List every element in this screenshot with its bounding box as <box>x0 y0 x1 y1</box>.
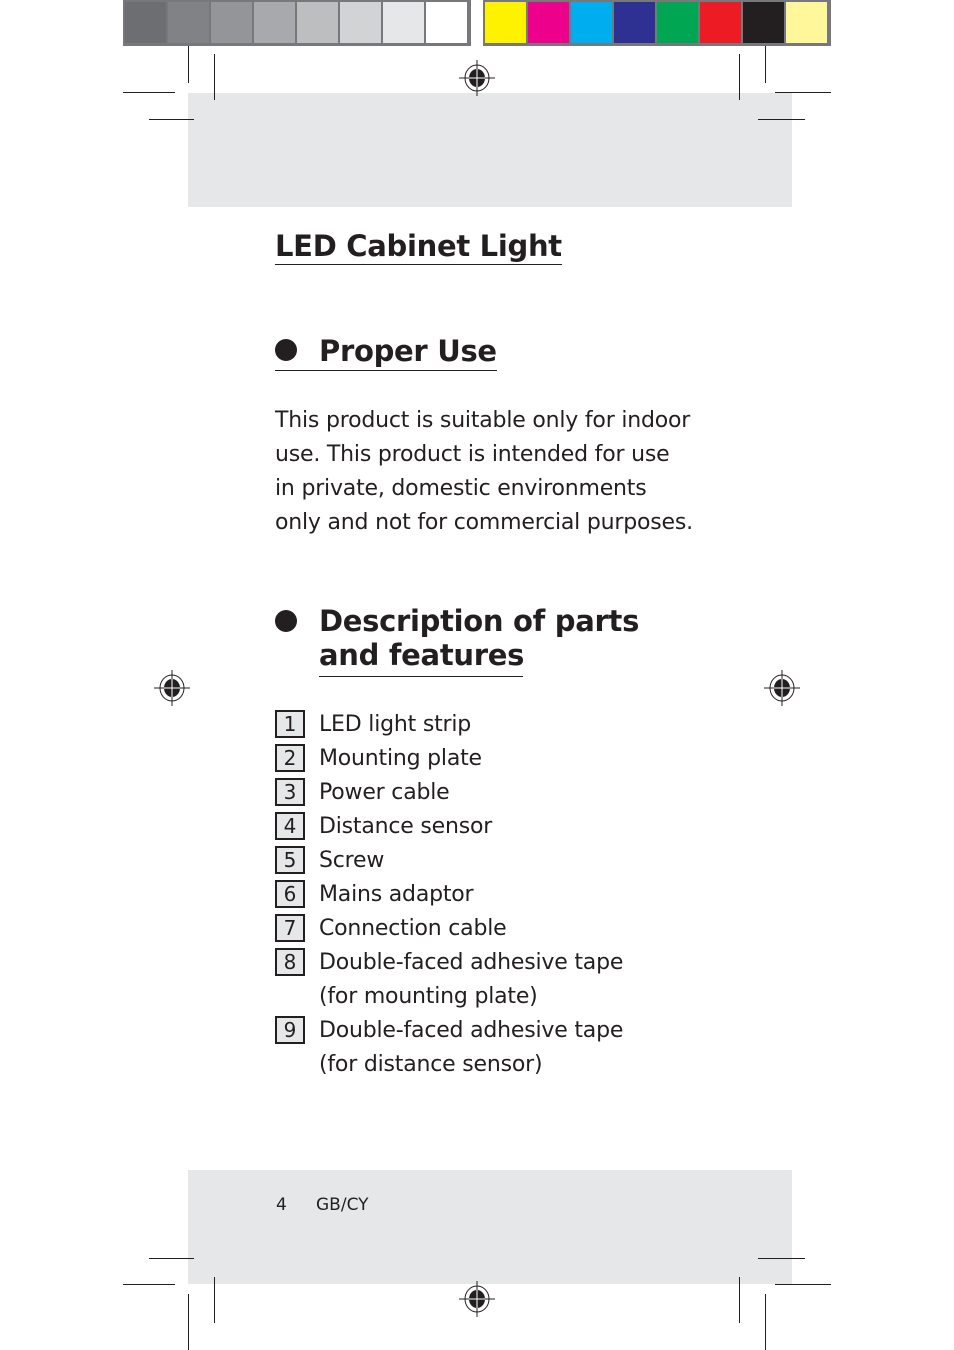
crop-mark <box>758 1258 805 1259</box>
crop-mark <box>739 1277 740 1323</box>
part-label-line2: (for distance sensor) <box>319 1052 543 1077</box>
part-number-box: 3 <box>275 778 305 806</box>
list-item: 6 Mains adaptor <box>275 878 695 912</box>
crop-mark <box>149 119 194 120</box>
header-band <box>188 93 792 207</box>
gray-swatch <box>125 2 166 43</box>
part-number-box: 7 <box>275 914 305 942</box>
crop-mark <box>123 92 175 93</box>
color-calibration-bar <box>483 0 831 46</box>
bullet-icon <box>275 339 297 361</box>
color-swatch-black <box>743 2 784 43</box>
color-swatch-magenta <box>528 2 569 43</box>
part-number-box: 2 <box>275 744 305 772</box>
section-heading-line1: Description of parts <box>319 604 640 638</box>
part-label: Connection cable <box>319 916 507 941</box>
crop-mark <box>214 54 215 100</box>
section-heading: Proper Use <box>319 334 497 368</box>
part-number-box: 8 <box>275 948 305 976</box>
list-item: 3 Power cable <box>275 776 695 810</box>
part-label-line1: Double-faced adhesive tape <box>319 1018 624 1043</box>
color-swatch-light-yellow <box>786 2 827 43</box>
section-heading-line2: and features <box>319 638 525 672</box>
list-item: 2 Mounting plate <box>275 742 695 776</box>
list-item: 1 LED light strip <box>275 708 695 742</box>
gray-swatch <box>426 2 467 43</box>
part-label: Screw <box>319 848 385 873</box>
color-swatch-yellow <box>485 2 526 43</box>
part-number-box: 4 <box>275 812 305 840</box>
part-label: Mounting plate <box>319 746 482 771</box>
crop-mark <box>123 1284 175 1285</box>
crop-mark <box>149 1258 194 1259</box>
section-proper-use: Proper Use <box>275 334 515 372</box>
section-heading-wrap: Description of parts and features <box>319 604 639 672</box>
section-description-of-parts: Description of parts and features <box>275 604 655 678</box>
list-item: 7 Connection cable <box>275 912 695 946</box>
gray-swatch <box>340 2 381 43</box>
crop-mark <box>765 46 766 83</box>
part-label-line2: (for mounting plate) <box>319 984 538 1009</box>
gray-swatch <box>168 2 209 43</box>
crop-mark <box>188 46 189 83</box>
part-label: Mains adaptor <box>319 882 474 907</box>
page-number: 4 <box>276 1195 287 1215</box>
color-swatch-green <box>657 2 698 43</box>
document-title: LED Cabinet Light <box>275 229 562 265</box>
crop-mark <box>765 1294 766 1350</box>
gray-swatch <box>254 2 295 43</box>
part-number-box: 6 <box>275 880 305 908</box>
list-item: 8 Double-faced adhesive tape (for mounting… <box>275 946 695 1014</box>
crop-mark <box>214 1277 215 1323</box>
registration-mark-icon <box>154 670 190 706</box>
part-label-line1: Double-faced adhesive tape <box>319 950 624 975</box>
heading-underline <box>319 676 523 677</box>
crop-mark <box>775 1284 831 1285</box>
part-number-box: 1 <box>275 710 305 738</box>
part-label: LED light strip <box>319 712 472 737</box>
registration-mark-icon <box>459 60 495 96</box>
crop-mark <box>739 54 740 100</box>
color-swatch-blue <box>614 2 655 43</box>
language-code: GB/CY <box>316 1195 369 1215</box>
gray-swatch <box>211 2 252 43</box>
footer-band <box>188 1170 792 1284</box>
heading-underline <box>275 370 497 371</box>
part-number-box: 9 <box>275 1016 305 1044</box>
color-swatch-red <box>700 2 741 43</box>
section-heading-wrap: Proper Use <box>319 334 497 368</box>
bullet-icon <box>275 610 297 632</box>
registration-mark-icon <box>459 1281 495 1317</box>
crop-mark <box>775 92 831 93</box>
part-label: Double-faced adhesive tape (for distance … <box>319 1014 623 1082</box>
registration-mark-icon <box>764 670 800 706</box>
crop-mark <box>188 1294 189 1350</box>
part-number-box: 5 <box>275 846 305 874</box>
crop-mark <box>758 119 805 120</box>
grayscale-calibration-bar <box>123 0 471 46</box>
gray-swatch <box>383 2 424 43</box>
color-swatch-cyan <box>571 2 612 43</box>
part-label: Double-faced adhesive tape (for mounting … <box>319 946 623 1014</box>
parts-list: 1 LED light strip 2 Mounting plate 3 Power … <box>275 708 695 1082</box>
list-item: 5 Screw <box>275 844 695 878</box>
gray-swatch <box>297 2 338 43</box>
list-item: 9 Double-faced adhesive tape (for distance… <box>275 1014 695 1082</box>
proper-use-text: This product is suitable only for indoor… <box>275 408 693 535</box>
part-label: Distance sensor <box>319 814 493 839</box>
list-item: 4 Distance sensor <box>275 810 695 844</box>
part-label: Power cable <box>319 780 450 805</box>
